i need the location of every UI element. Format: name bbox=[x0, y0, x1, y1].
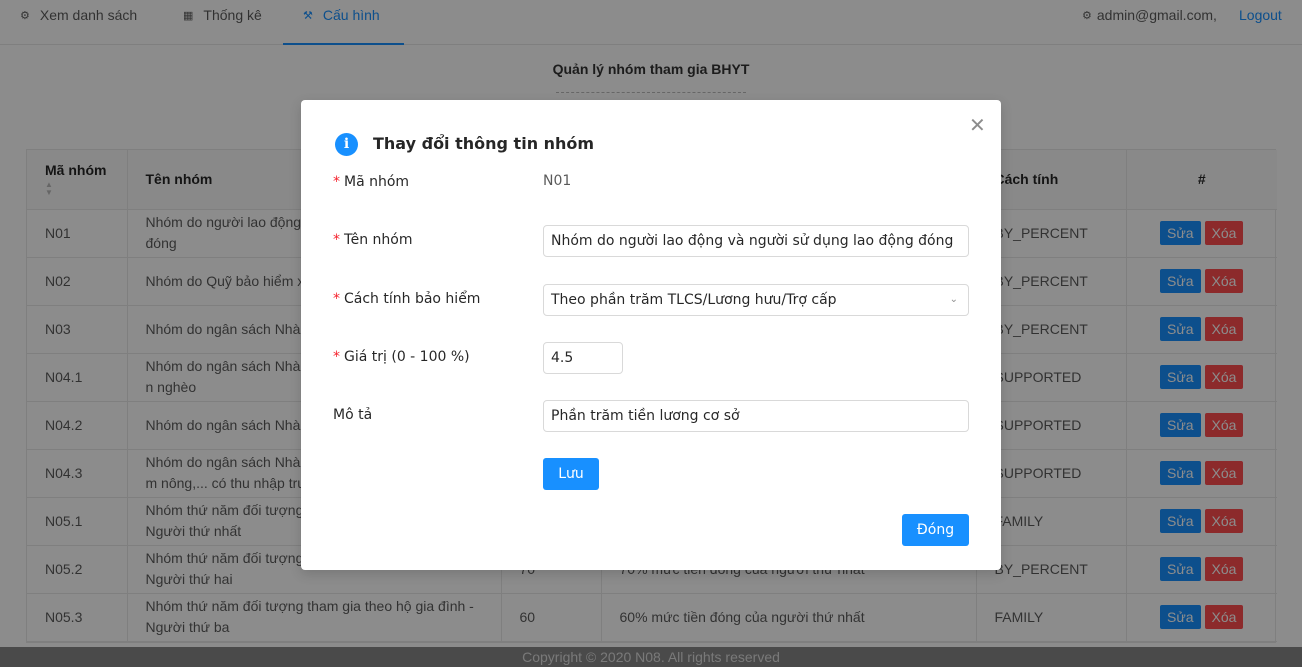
method-select[interactable]: Theo phần trăm TLCS/Lương hưu/Trợ cấp ⌄ bbox=[543, 284, 969, 316]
close-icon[interactable]: ✕ bbox=[969, 115, 986, 135]
required-mark: * bbox=[333, 291, 340, 307]
method-select-value: Theo phần trăm TLCS/Lương hưu/Trợ cấp bbox=[551, 292, 837, 308]
info-icon: i bbox=[335, 133, 358, 156]
desc-input[interactable]: Phần trăm tiền lương cơ sở bbox=[543, 400, 969, 432]
name-input[interactable]: Nhóm do người lao động và người sử dụng … bbox=[543, 225, 969, 257]
modal-title: Thay đổi thông tin nhóm bbox=[373, 134, 595, 153]
required-mark: * bbox=[333, 349, 340, 365]
value-input[interactable]: 4.5 bbox=[543, 342, 623, 374]
method-label: * Cách tính bảo hiểm bbox=[333, 291, 481, 307]
desc-label: Mô tả bbox=[333, 407, 373, 423]
required-mark: * bbox=[333, 174, 340, 190]
value-label: * Giá trị (0 - 100 %) bbox=[333, 349, 470, 365]
name-label: * Tên nhóm bbox=[333, 232, 413, 248]
edit-group-modal: ✕ i Thay đổi thông tin nhóm * Mã nhóm N01… bbox=[301, 100, 1001, 570]
required-mark: * bbox=[333, 232, 340, 248]
code-label: * Mã nhóm bbox=[333, 174, 410, 190]
save-button[interactable]: Lưu bbox=[543, 458, 599, 490]
code-value: N01 bbox=[543, 173, 572, 189]
close-button[interactable]: Đóng bbox=[902, 514, 969, 546]
chevron-down-icon: ⌄ bbox=[949, 294, 958, 305]
